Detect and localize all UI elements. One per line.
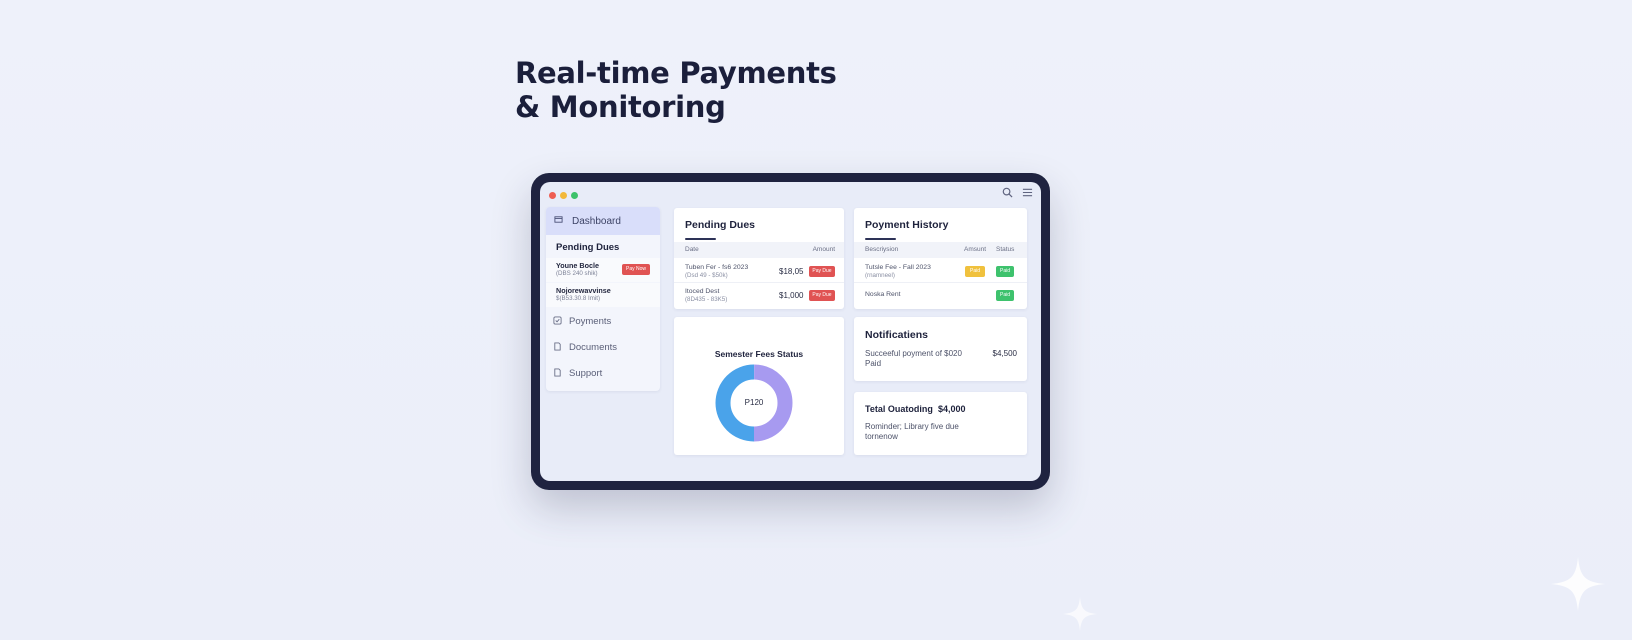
document-icon — [553, 342, 563, 353]
card-title: Pending Dues — [685, 219, 756, 231]
row-subtext: (8D435 - 83K5) — [685, 296, 728, 303]
table-row[interactable]: Tutsle Fee - Fall 2023 (rnamneel) Paid P… — [854, 260, 1027, 283]
sidebar-item-support[interactable]: Support — [553, 368, 602, 379]
sidebar-section-title: Pending Dues — [556, 242, 620, 253]
semester-fees-card: Semester Fees Status P120 — [674, 317, 844, 455]
paid-amount-badge: Paid — [965, 266, 985, 277]
sidebar-item-label: Dashboard — [572, 215, 621, 227]
notification-text[interactable]: Succeeful poyment of $020 Paid — [865, 349, 975, 369]
sparkle-icon — [1551, 557, 1605, 611]
pending-dues-card: Pending Dues Date Amount Tuben Fer - fs6… — [674, 208, 844, 309]
table-row[interactable]: Itoced Dest (8D435 - 83K5) $1,000 Pay Du… — [674, 284, 844, 306]
donut-center-label: P120 — [744, 398, 764, 407]
due-name: Youne Bocle — [556, 261, 599, 270]
column-header-date: Date — [685, 246, 699, 253]
pay-now-button[interactable]: Pay Now — [622, 264, 650, 275]
window-minimize-dot[interactable] — [560, 192, 567, 199]
column-header-amount: Amsunt — [964, 246, 987, 253]
donut-title: Semester Fees Status — [714, 349, 804, 359]
pay-due-button[interactable]: Pay Due — [809, 290, 835, 301]
total-title: Tetal Ouatoding — [865, 404, 933, 414]
support-icon — [553, 368, 563, 379]
sparkle-icon — [1063, 597, 1097, 631]
tablet-device: Dashboard Pending Dues Youne Bocle (DBS … — [531, 173, 1050, 490]
row-description: Noska Rent — [865, 291, 901, 298]
headline-line-1: Real-time Payments — [515, 56, 837, 90]
payments-icon — [553, 316, 563, 327]
window-close-dot[interactable] — [549, 192, 556, 199]
title-underline — [685, 238, 716, 240]
page-headline: Real-time Payments & Monitoring — [515, 56, 837, 124]
sidebar-item-documents[interactable]: Documents — [553, 342, 617, 353]
sidebar-item-payments[interactable]: Poyments — [553, 316, 611, 327]
headline-line-2: & Monitoring — [515, 90, 726, 124]
notifications-card: Notificatiens Succeeful poyment of $020 … — [854, 317, 1027, 381]
table-row[interactable]: Tuben Fer - fs6 2023 (Dsd 49 - $50k) $18… — [674, 260, 844, 283]
row-description: Tutsle Fee - Fall 2023 — [865, 264, 931, 271]
card-title: Notificatiens — [865, 329, 929, 341]
menu-icon[interactable] — [1020, 187, 1034, 201]
sidebar-item-label: Documents — [569, 342, 618, 353]
notification-amount: $4,500 — [992, 349, 1017, 358]
column-header-description: Bescriysion — [865, 246, 899, 253]
row-subtext: (rnamneel) — [865, 272, 895, 279]
table-row[interactable]: Noska Rent Paid — [854, 284, 1027, 306]
row-amount: $18,05 — [779, 267, 804, 276]
column-header-amount: Amount — [812, 246, 835, 253]
row-description: Tuben Fer - fs6 2023 — [685, 264, 749, 271]
sidebar-item-dashboard[interactable]: Dashboard — [546, 207, 660, 235]
total-outstanding-card: Tetal Ouatoding $4,000 Rominder; Library… — [854, 392, 1027, 455]
card-title: Poyment History — [865, 219, 949, 231]
search-icon[interactable] — [1000, 187, 1014, 201]
app-screen: Dashboard Pending Dues Youne Bocle (DBS … — [540, 182, 1041, 481]
status-badge: Paid — [996, 290, 1014, 301]
row-amount: $1,000 — [779, 291, 804, 300]
window-maximize-dot[interactable] — [571, 192, 578, 199]
status-badge: Paid — [996, 266, 1014, 277]
due-sub: $(B53.30.8 Imit) — [556, 295, 601, 302]
due-sub: (DBS 240 shik) — [556, 270, 598, 277]
sidebar-item-label: Poyments — [569, 316, 612, 327]
list-item[interactable]: Nojorewavvinse $(B53.30.8 Imit) — [546, 283, 660, 307]
row-description: Itoced Dest — [685, 288, 720, 295]
dashboard-icon — [554, 215, 564, 227]
title-underline — [865, 238, 896, 240]
pay-due-button[interactable]: Pay Due — [809, 266, 835, 277]
sidebar: Dashboard Pending Dues Youne Bocle (DBS … — [546, 207, 660, 391]
table-header: Bescriysion Amsunt Status — [854, 242, 1027, 258]
table-header: Date Amount — [674, 242, 844, 258]
due-name: Nojorewavvinse — [556, 286, 611, 295]
list-item[interactable]: Youne Bocle (DBS 240 shik) Pay Now — [546, 258, 660, 282]
total-amount: $4,000 — [938, 404, 966, 414]
row-subtext: (Dsd 49 - $50k) — [685, 272, 728, 279]
sidebar-item-label: Support — [569, 368, 603, 379]
column-header-status: Status — [996, 246, 1015, 253]
reminder-text: Rominder; Library five due tornenow — [865, 422, 959, 441]
payment-history-card: Poyment History Bescriysion Amsunt Statu… — [854, 208, 1027, 309]
